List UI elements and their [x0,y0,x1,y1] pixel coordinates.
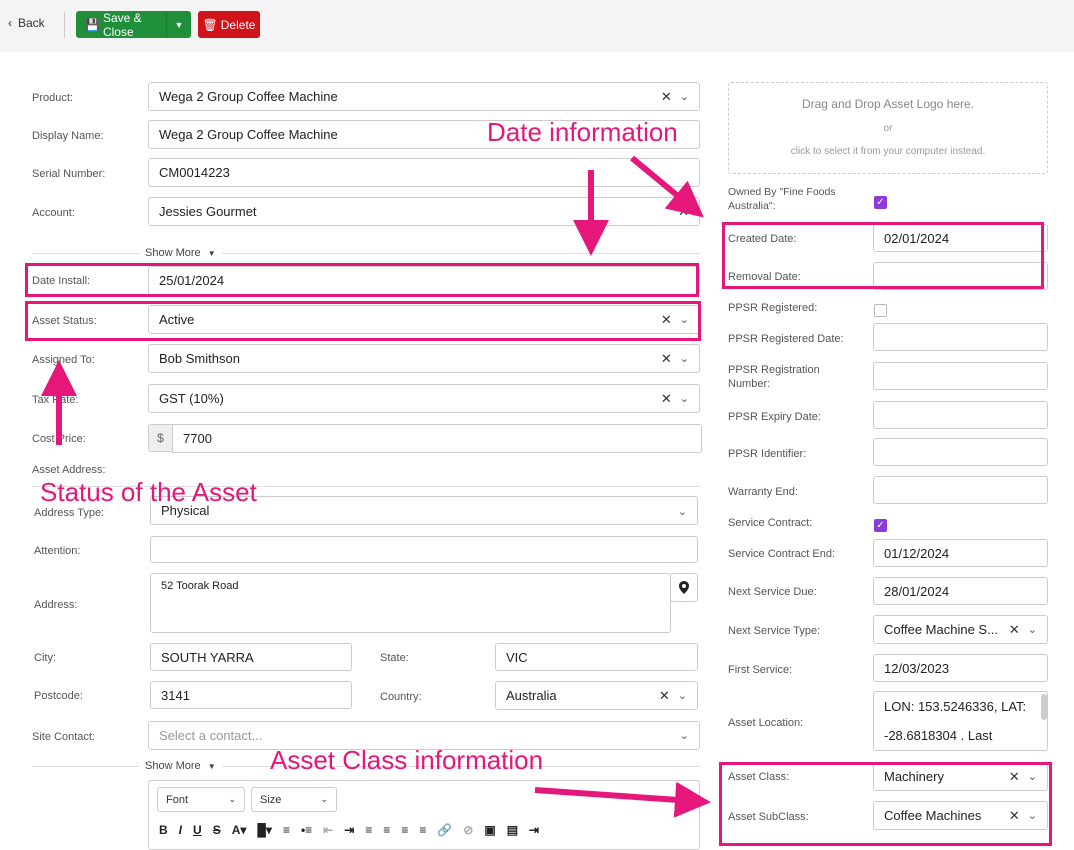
annotation-arrows [41,155,711,818]
arrow-class-right [534,781,711,818]
arrow-date-right [630,155,704,218]
